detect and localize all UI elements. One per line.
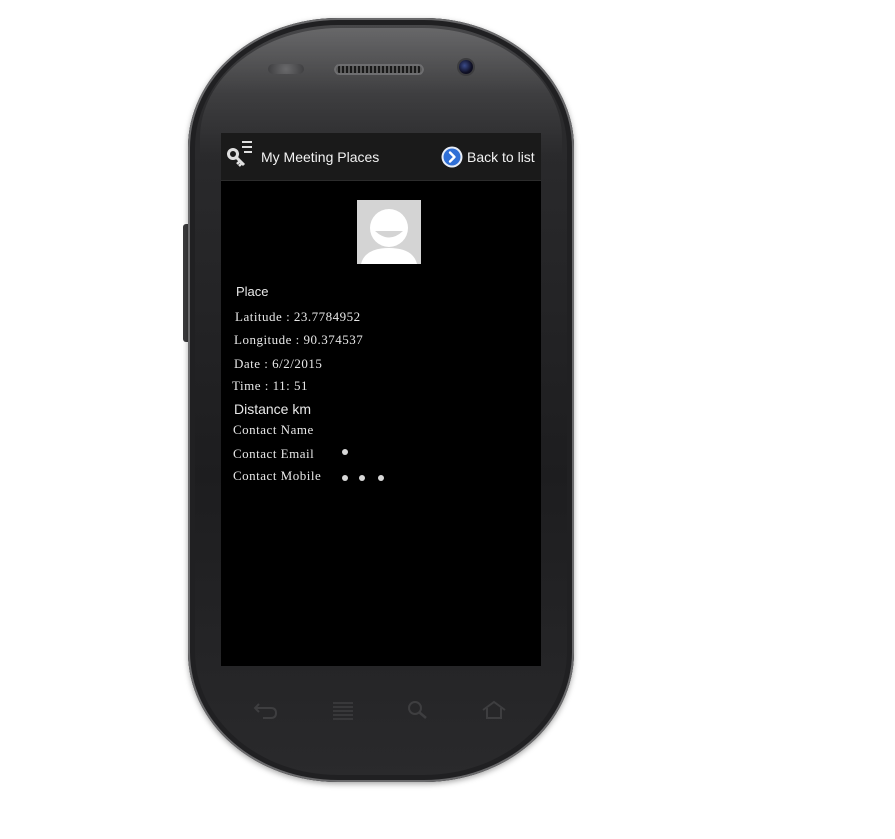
distance-value: Distance km [234,401,312,417]
contact-email-dot [342,449,348,455]
contact-email: Contact Email [233,446,315,461]
date-value: Date : 6/2/2015 [234,356,323,371]
contact-mobile-dot [378,475,384,481]
place-label: Place [236,284,269,299]
back-to-list-label: Back to list [467,149,535,165]
home-icon[interactable] [481,699,507,721]
default-user-avatar [357,200,421,264]
app-header: My Meeting Places Back to list [221,133,541,181]
back-arrow-icon[interactable] [253,699,279,721]
time-value: Time : 11: 51 [232,378,308,393]
page-title: My Meeting Places [261,149,380,165]
front-camera [459,60,473,74]
search-icon[interactable] [405,699,431,721]
device-mockup: My Meeting Places Back to list Place Lat… [0,0,895,839]
app-screen: My Meeting Places Back to list Place Lat… [221,133,541,666]
back-to-list-button[interactable]: Back to list [441,145,535,169]
longitude-value: Longitude : 90.374537 [234,332,364,347]
proximity-sensor [268,64,304,74]
menu-icon[interactable] [330,700,356,722]
key-list-icon [227,141,252,167]
contact-mobile: Contact Mobile [233,468,322,483]
contact-name: Contact Name [233,422,314,437]
avatar [357,200,421,264]
contact-mobile-dot [359,475,365,481]
chevron-right-circle-icon [441,146,463,168]
latitude-value: Latitude : 23.7784952 [235,309,361,324]
earpiece-speaker [334,64,424,75]
contact-mobile-dot [342,475,348,481]
